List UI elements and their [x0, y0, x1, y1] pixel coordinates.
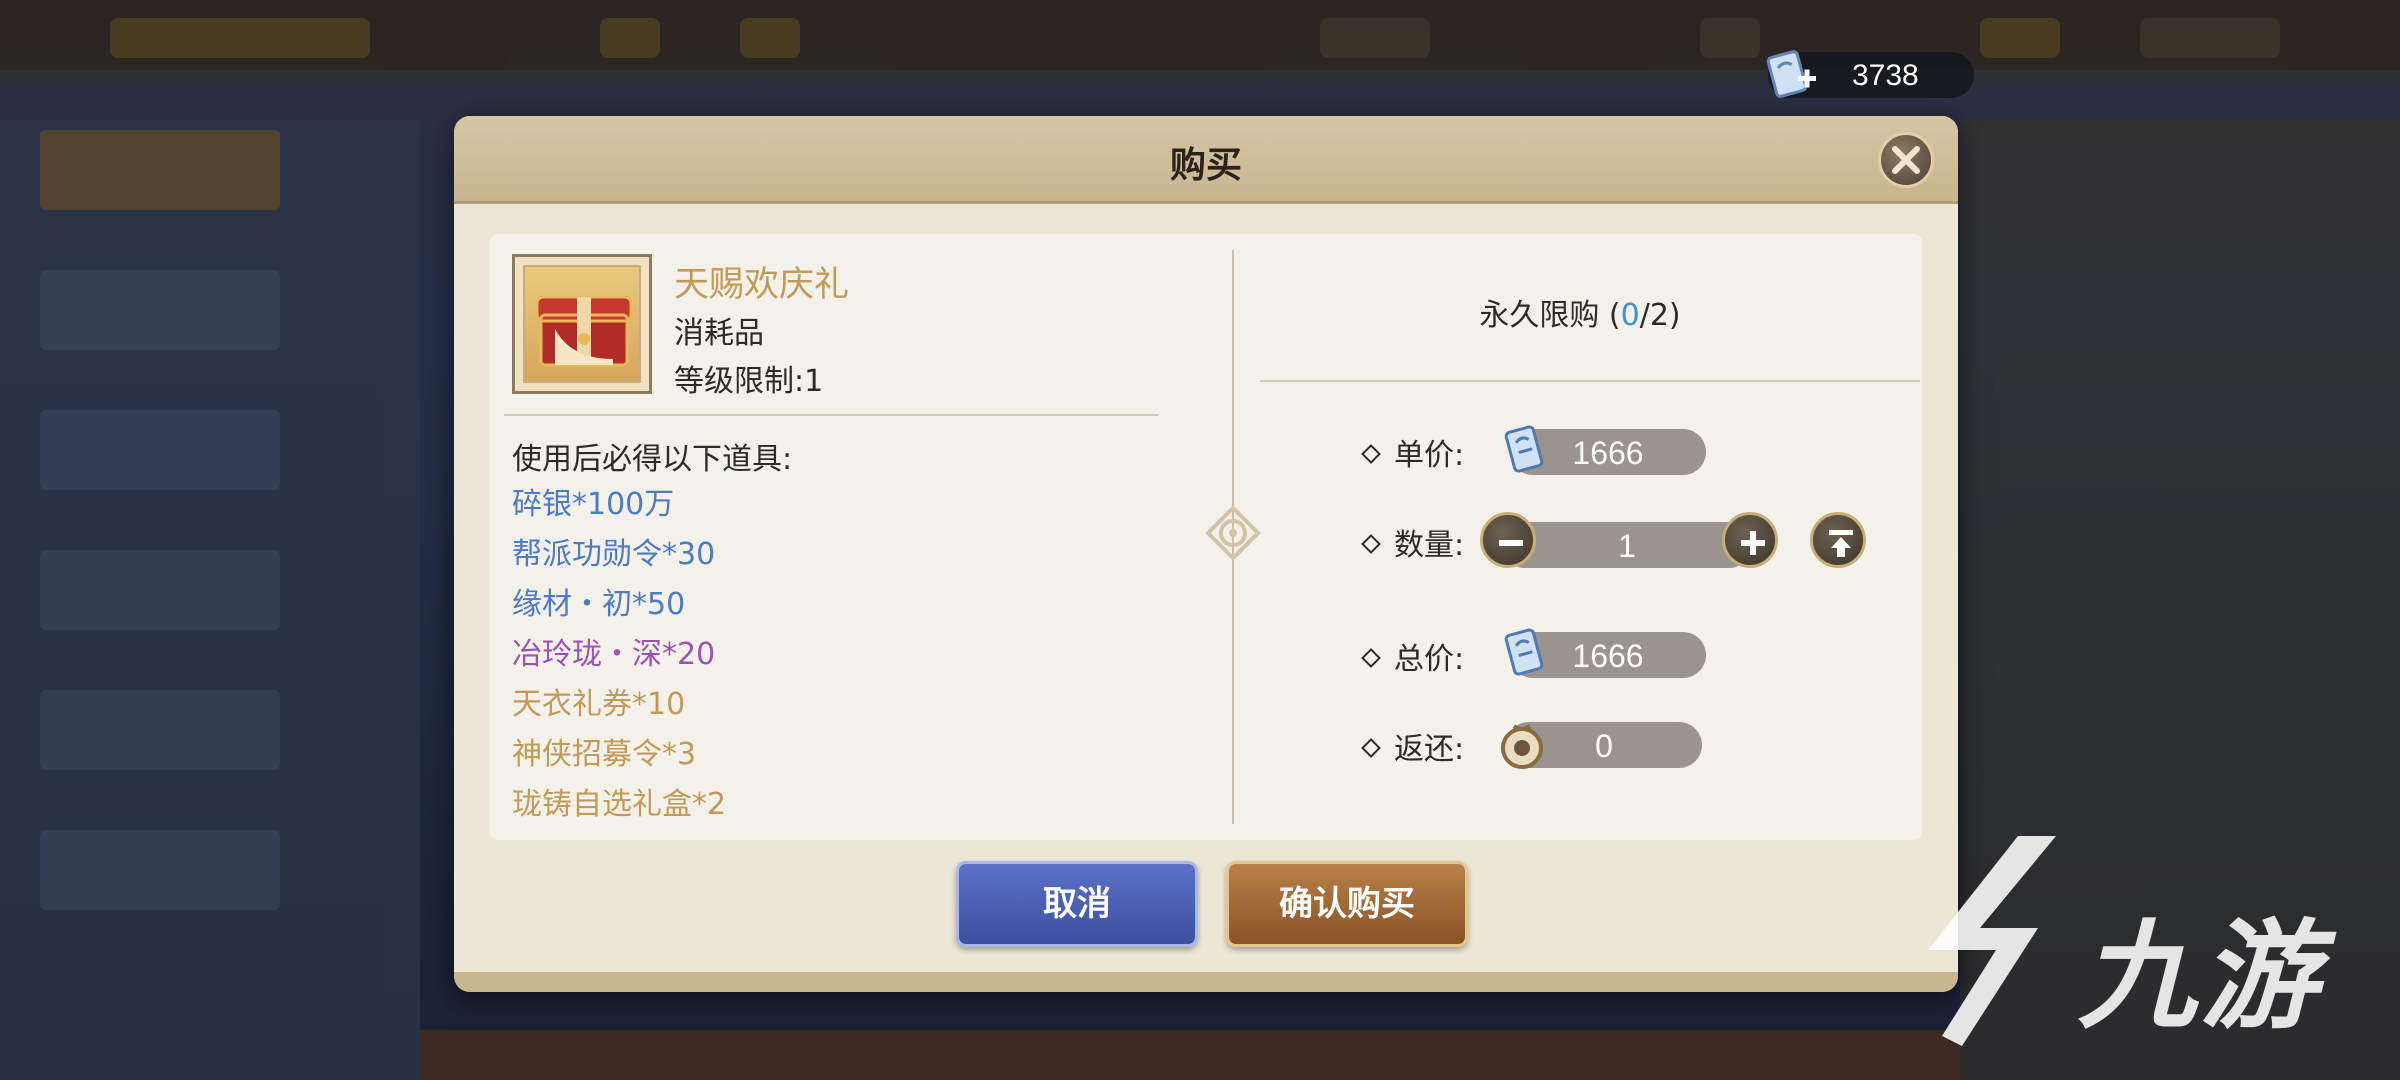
reward-item: 帮派功勋令*30 [512, 537, 716, 572]
rewards-title: 使用后必得以下道具: [512, 442, 793, 477]
purchase-limit-current: 0 [1620, 298, 1640, 333]
purchase-dialog: 购买 天赐欢庆礼 消耗品 等级限制:1 使用后必得以下道具: 碎银*100万 帮… [454, 116, 1958, 992]
quantity-plus-button[interactable] [1722, 512, 1778, 568]
cancel-button[interactable]: 取消 [956, 861, 1198, 947]
item-divider [504, 414, 1158, 416]
quantity-label: 数量: [1361, 520, 1464, 564]
unit-price-label: 单价: [1361, 430, 1464, 474]
reward-item: 碎银*100万 [512, 487, 675, 522]
dialog-content: 天赐欢庆礼 消耗品 等级限制:1 使用后必得以下道具: 碎银*100万 帮派功勋… [490, 234, 1922, 840]
dialog-header: 购买 [454, 116, 1958, 204]
ticket-plus-icon [1766, 50, 1816, 98]
watermark-logo-icon [1928, 836, 2056, 1046]
coin-icon [1501, 724, 1543, 769]
ticket-icon [1504, 628, 1544, 676]
confirm-purchase-button[interactable]: 确认购买 [1226, 861, 1468, 947]
item-icon-frame[interactable] [512, 254, 652, 394]
item-level-limit: 等级限制:1 [674, 364, 824, 399]
reward-item: 神侠招募令*3 [512, 737, 697, 772]
dialog-title: 购买 [1169, 144, 1242, 186]
purchase-limit: 永久限购 (0/2) [1479, 298, 1681, 333]
ornament-icon [1205, 505, 1261, 561]
close-button[interactable] [1878, 132, 1934, 188]
quantity-value: 1 [1618, 528, 1636, 564]
reward-item: 缘材・初*50 [512, 587, 686, 622]
reward-item: 天衣礼券*10 [512, 687, 686, 722]
background-bottom-strip [420, 1030, 1960, 1080]
background-side-menu [0, 120, 420, 1080]
right-divider [1260, 380, 1920, 382]
currency-display[interactable]: 3738 [1766, 50, 1974, 98]
total-price-label: 总价: [1361, 634, 1464, 678]
background-topbar [0, 0, 2400, 70]
quantity-field[interactable]: 1 [1502, 522, 1752, 568]
max-icon [1829, 530, 1853, 557]
quantity-minus-button[interactable] [1480, 512, 1536, 568]
close-icon [1892, 146, 1920, 174]
item-type: 消耗品 [674, 316, 764, 351]
quantity-max-button[interactable] [1810, 512, 1866, 568]
dialog-footer [454, 972, 1958, 992]
watermark-text: 九游 [2078, 907, 2323, 1045]
reward-item: 冶玲珑・深*20 [512, 637, 716, 672]
currency-amount: 3738 [1852, 59, 1919, 92]
minus-icon [1499, 540, 1523, 546]
watermark: 九游 [1908, 832, 2368, 1052]
rebate-label: 返还: [1361, 724, 1464, 768]
plus-icon [1741, 531, 1765, 555]
gift-chest-icon [535, 295, 633, 367]
reward-item: 珑铸自选礼盒*2 [512, 787, 727, 822]
ticket-icon [1504, 425, 1544, 473]
rewards-list[interactable]: 碎银*100万 帮派功勋令*30 缘材・初*50 冶玲珑・深*20 天衣礼券*1… [490, 479, 1190, 829]
item-name: 天赐欢庆礼 [674, 265, 850, 305]
